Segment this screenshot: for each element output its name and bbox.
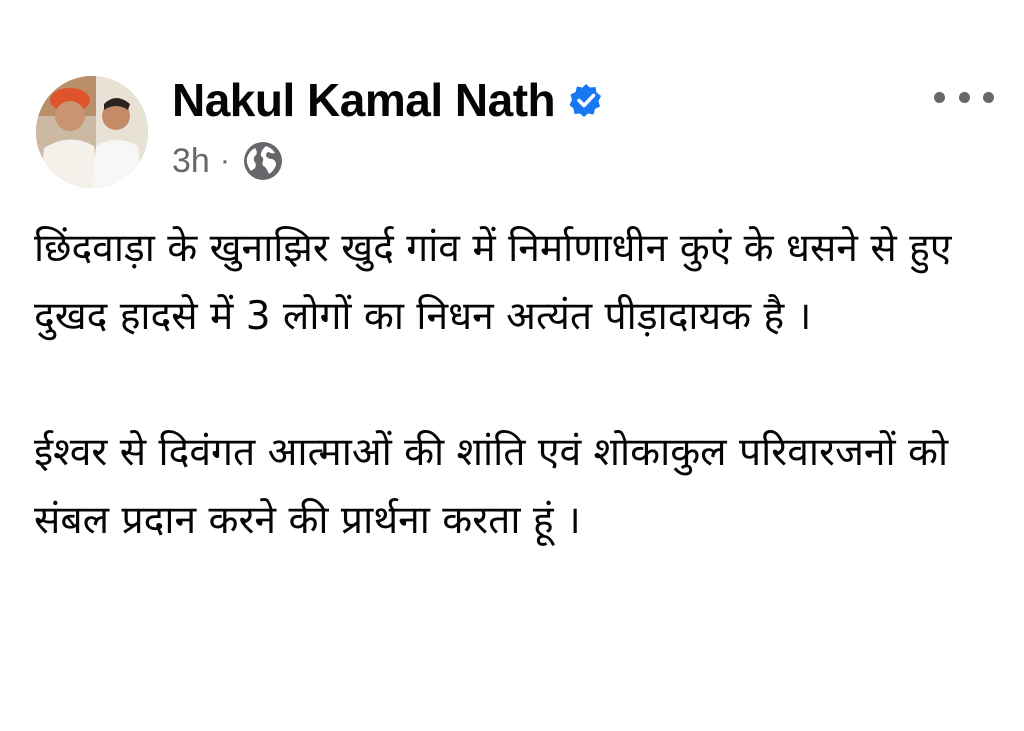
more-options-button[interactable] bbox=[934, 82, 994, 112]
verified-badge-icon bbox=[569, 84, 602, 117]
meta-separator: · bbox=[219, 144, 230, 177]
post-paragraph: ईश्वर से दिवंगत आत्माओं की शांति एवं शोक… bbox=[34, 430, 961, 543]
more-options-icon bbox=[934, 91, 945, 103]
more-options-icon bbox=[983, 91, 994, 103]
more-options-icon bbox=[958, 91, 970, 103]
facebook-post: Nakul Kamal Nath 3h · छिंदवाड़ा के खुनाझ… bbox=[0, 0, 1024, 731]
post-paragraph: छिंदवाड़ा के खुनाझिर खुर्द गांव में निर्… bbox=[34, 226, 964, 339]
post-timestamp[interactable]: 3h bbox=[172, 142, 210, 181]
author-avatar[interactable] bbox=[36, 76, 148, 188]
post-meta: 3h · bbox=[172, 138, 284, 184]
avatar-photo bbox=[36, 76, 148, 188]
globe-icon[interactable] bbox=[242, 140, 284, 182]
author-name-text[interactable]: Nakul Kamal Nath bbox=[172, 72, 556, 128]
post-text: छिंदवाड़ा के खुनाझिर खुर्द गांव में निर्… bbox=[34, 215, 994, 623]
author-name[interactable]: Nakul Kamal Nath bbox=[172, 72, 603, 128]
